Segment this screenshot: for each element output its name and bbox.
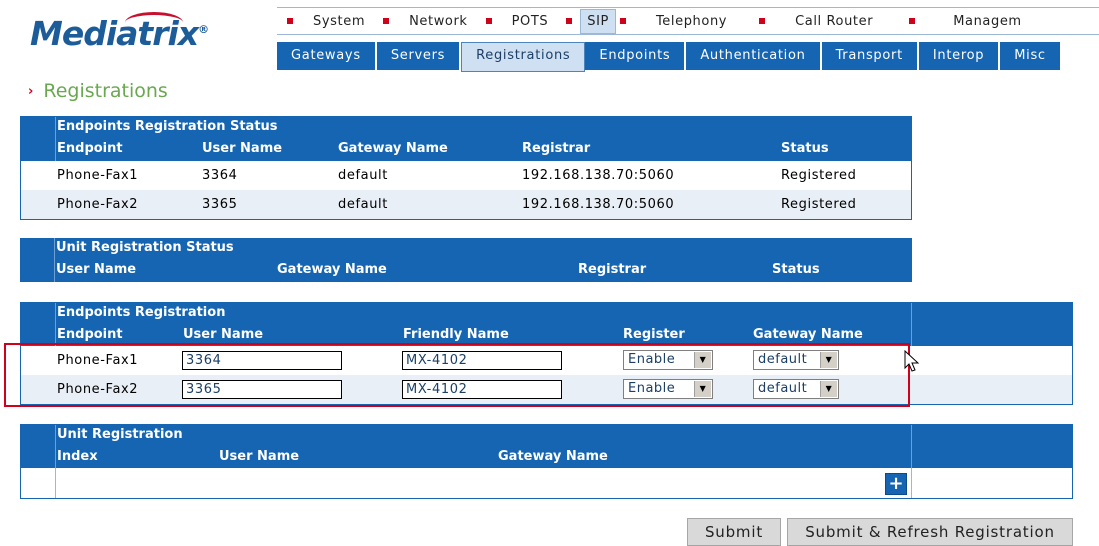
page-title: › Registrations [28, 80, 168, 102]
column-header: Register [623, 327, 685, 342]
submit-button[interactable]: Submit [687, 518, 781, 546]
column-header: Gateway Name [498, 449, 608, 464]
column-header: User Name [219, 449, 300, 464]
bullet-icon [759, 18, 766, 24]
tab-transport[interactable]: Transport [821, 42, 919, 70]
bullet-icon [619, 18, 626, 24]
column-header: Gateway Name [277, 262, 387, 277]
column-header: Endpoint [57, 141, 123, 156]
bullet-icon [287, 18, 293, 24]
mediatrix-logo: Mediatrix® [30, 12, 209, 53]
unit-registration-panel: Unit Registration Index User Name Gatewa… [20, 424, 1073, 499]
endpoints-status-panel: Endpoints Registration Status Endpoint U… [20, 116, 912, 220]
column-header: User Name [56, 262, 137, 277]
column-header: Status [781, 141, 829, 156]
tab-authentication[interactable]: Authentication [686, 42, 822, 70]
tab-interop[interactable]: Interop [918, 42, 1001, 70]
unit-status-header: Unit Registration Status User Name Gatew… [20, 238, 912, 282]
column-header: Status [772, 262, 820, 277]
add-icon[interactable]: + [885, 473, 907, 495]
tab-gateways[interactable]: Gateways [277, 42, 377, 70]
column-header: Gateway Name [753, 327, 863, 342]
topnav-management[interactable]: Managem [881, 8, 1030, 34]
column-header: User Name [183, 327, 264, 342]
panel-caption: Endpoints Registration [57, 305, 226, 320]
tab-misc[interactable]: Misc [1000, 42, 1062, 70]
column-header: Endpoint [57, 327, 123, 342]
column-header: Gateway Name [338, 141, 448, 156]
endpoints-status-header: Endpoints Registration Status Endpoint U… [21, 117, 911, 161]
column-header: Registrar [578, 262, 647, 277]
mouse-cursor-icon [904, 350, 920, 372]
topnav-call-router[interactable]: Call Router [735, 8, 881, 34]
top-navigation: System Network POTS SIP Telephony Call R… [277, 7, 1099, 35]
tab-servers[interactable]: Servers [376, 42, 462, 70]
topnav-telephony[interactable]: Telephony [616, 8, 735, 34]
table-row: Phone-Fax1 3364 default 192.168.138.70:5… [21, 161, 911, 190]
topnav-network[interactable]: Network [373, 8, 475, 34]
topnav-sip[interactable]: SIP [556, 8, 616, 34]
panel-caption: Unit Registration Status [56, 240, 234, 255]
endpoints-registration-header: Endpoints Registration Endpoint User Nam… [21, 303, 1072, 346]
topnav-pots[interactable]: POTS [476, 8, 557, 34]
chevron-right-icon: › [28, 84, 34, 99]
bullet-icon [485, 18, 492, 24]
unit-registration-header: Unit Registration Index User Name Gatewa… [21, 425, 1072, 468]
column-header: Registrar [522, 141, 591, 156]
logo-arc [125, 12, 183, 33]
tab-endpoints[interactable]: Endpoints [585, 42, 687, 70]
bullet-icon [909, 18, 916, 24]
unit-status-panel: Unit Registration Status User Name Gatew… [20, 238, 912, 282]
highlight-box [4, 343, 910, 407]
column-header: Index [57, 449, 98, 464]
tab-registrations[interactable]: Registrations [461, 42, 586, 72]
column-header: User Name [202, 141, 283, 156]
registered-mark: ® [198, 23, 209, 36]
column-header: Friendly Name [403, 327, 509, 342]
submit-refresh-button[interactable]: Submit & Refresh Registration [787, 518, 1073, 546]
sub-navigation: Gateways Servers Registrations Endpoints… [277, 42, 1062, 72]
bullet-icon [383, 18, 390, 24]
panel-caption: Unit Registration [57, 427, 183, 442]
bullet-icon [566, 18, 573, 24]
table-row: Phone-Fax2 3365 default 192.168.138.70:5… [21, 190, 911, 219]
topnav-system[interactable]: System [277, 8, 373, 34]
panel-caption: Endpoints Registration Status [57, 119, 278, 134]
